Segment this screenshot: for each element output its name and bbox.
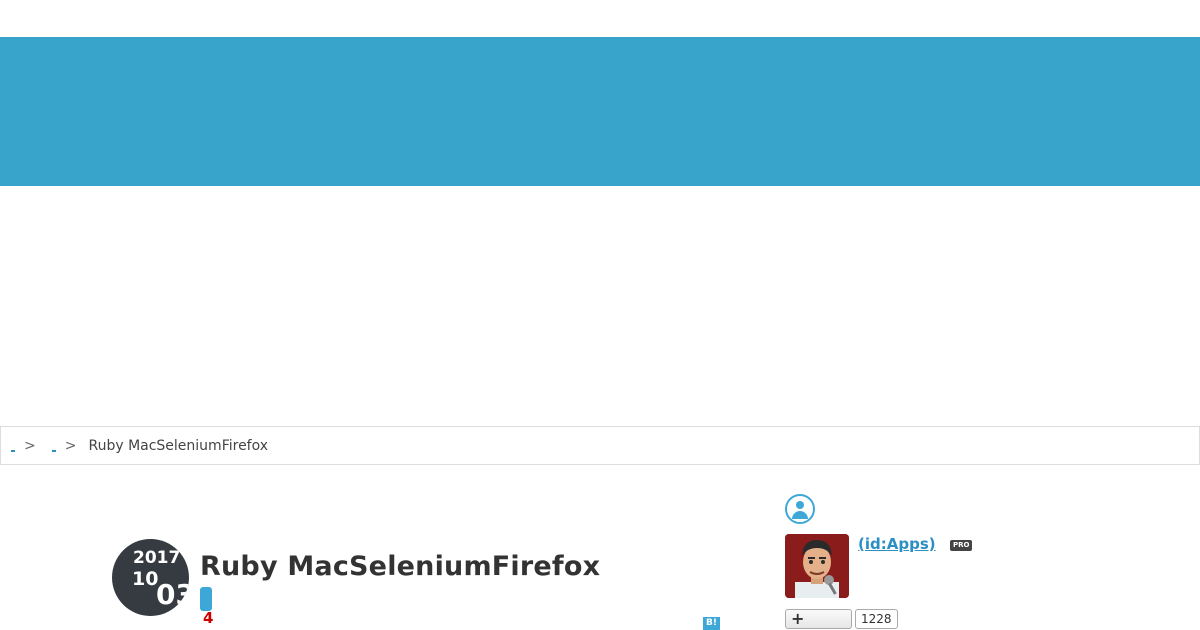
- hatena-bookmark-icon[interactable]: B!: [703, 617, 720, 630]
- blog-header-banner[interactable]: [0, 37, 1200, 186]
- breadcrumb: > > Ruby MacSeleniumFirefox: [0, 426, 1200, 465]
- user-profile-icon[interactable]: [785, 494, 815, 524]
- entry-date-day: 03: [156, 578, 189, 611]
- breadcrumb-separator: >: [24, 437, 36, 454]
- bookmark-button[interactable]: [200, 587, 212, 611]
- pro-badge: PRO: [950, 540, 973, 551]
- follow-button[interactable]: +: [785, 609, 852, 629]
- breadcrumb-current: Ruby MacSeleniumFirefox: [88, 437, 269, 454]
- avatar-illustration: [785, 534, 849, 598]
- breadcrumb-home-link[interactable]: [11, 440, 16, 452]
- plus-icon: +: [791, 609, 805, 628]
- breadcrumb-category-link[interactable]: [51, 440, 57, 452]
- follower-count: 1228: [855, 609, 898, 629]
- entry-date-year: 2017: [133, 548, 181, 568]
- entry-date-month: 10: [132, 568, 159, 590]
- breadcrumb-separator: >: [64, 437, 77, 454]
- profile-icon-head: [796, 501, 804, 509]
- author-avatar[interactable]: [785, 534, 849, 598]
- entry-date-badge[interactable]: 2017 10 03: [112, 539, 189, 616]
- bookmark-count[interactable]: 4: [203, 609, 213, 627]
- entry-title[interactable]: Ruby MacSeleniumFirefox: [200, 551, 600, 582]
- profile-icon-shoulders: [792, 511, 808, 519]
- author-name-link[interactable]: (id:Apps): [858, 535, 936, 553]
